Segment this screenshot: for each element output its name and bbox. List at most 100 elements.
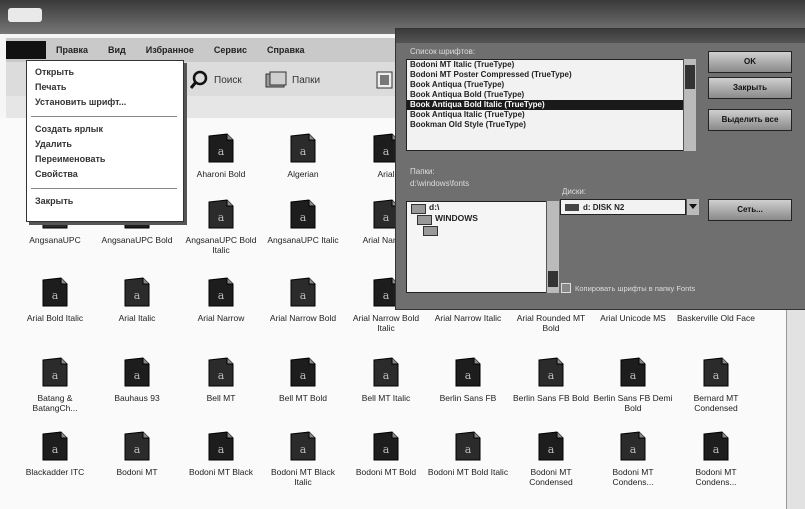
svg-text:a: a [300, 145, 307, 158]
svg-text:a: a [218, 289, 225, 302]
scrollbar-thumb[interactable] [685, 65, 695, 89]
close-button[interactable]: Закрыть [708, 77, 792, 99]
font-file-item[interactable]: a Bodoni MT Black [180, 430, 262, 477]
svg-text:a: a [134, 369, 141, 382]
copy-to-fonts-checkbox[interactable]: Копировать шрифты в папку Fonts [561, 281, 791, 295]
drive-select[interactable]: d: DISK N2 [560, 199, 686, 215]
svg-text:a: a [218, 443, 225, 456]
font-file-item[interactable]: a Arial Italic [96, 276, 178, 323]
scrollbar-thumb[interactable] [548, 271, 558, 287]
ok-button[interactable]: OK [708, 51, 792, 73]
font-file-label: Bodoni MT Black [188, 467, 254, 477]
menu-item-create-shortcut[interactable]: Создать ярлык [35, 124, 103, 134]
font-file-item[interactable]: a Blackadder ITC [14, 430, 96, 477]
font-list-item[interactable]: Book Antiqua (TrueType) [407, 80, 685, 90]
font-file-item[interactable]: a Berlin Sans FB Demi Bold [592, 356, 674, 413]
font-file-item[interactable]: a AngsanaUPC Italic [262, 198, 344, 245]
fonts-listbox[interactable]: Bodoni MT Italic (TrueType) Bodoni MT Pos… [406, 59, 686, 151]
font-list-item[interactable]: Bodoni MT Poster Compressed (TrueType) [407, 70, 685, 80]
font-file-label: Arial Italic [118, 313, 156, 323]
font-file-item[interactable]: a Bodoni MT Bold [345, 430, 427, 477]
folder-list-item[interactable]: WINDOWS [413, 213, 547, 225]
font-file-item[interactable]: a Bell MT Bold [262, 356, 344, 403]
font-file-item[interactable]: a AngsanaUPC Bold Italic [180, 198, 262, 255]
font-file-icon: a [592, 430, 674, 464]
font-file-label: Bodoni MT Condensed [529, 467, 573, 487]
font-file-item[interactable]: a Batang & BatangCh... [14, 356, 96, 413]
font-file-icon: a [180, 430, 262, 464]
menu-help[interactable]: Справка [257, 45, 314, 55]
font-list-item[interactable]: Book Antiqua Bold Italic (TrueType) [407, 100, 685, 110]
svg-text:a: a [630, 443, 637, 456]
search-button[interactable]: Поиск [188, 70, 242, 90]
fonts-list-scrollbar[interactable] [683, 59, 696, 151]
font-file-item[interactable]: a Bell MT Italic [345, 356, 427, 403]
font-file-icon: a [262, 198, 344, 232]
font-file-item[interactable]: a Bodoni MT Condens... [675, 430, 757, 487]
font-file-item[interactable]: a Arial Narrow Bold [262, 276, 344, 323]
font-file-item[interactable]: a Arial Bold Italic [14, 276, 96, 323]
network-button[interactable]: Сеть... [708, 199, 792, 221]
font-file-label: Baskerville Old Face [677, 313, 755, 323]
font-list-item[interactable]: Bookman Old Style (TrueType) [407, 120, 685, 130]
font-file-item[interactable]: a Bell MT [180, 356, 262, 403]
font-file-item[interactable]: a Bodoni MT Black Italic [262, 430, 344, 487]
font-file-item[interactable]: a Bodoni MT Condens... [592, 430, 674, 487]
font-file-icon: a [180, 276, 262, 310]
menu-item-rename[interactable]: Переименовать [35, 154, 105, 164]
views-button[interactable] [376, 70, 394, 90]
folder-label: d:\ [429, 202, 440, 212]
font-file-item[interactable]: a Bodoni MT [96, 430, 178, 477]
font-list-item[interactable]: Book Antiqua Italic (TrueType) [407, 110, 685, 120]
drive-value: d: DISK N2 [583, 203, 625, 212]
folders-listbox[interactable]: d:\ WINDOWS [406, 201, 548, 293]
font-file-item[interactable]: a Bauhaus 93 [96, 356, 178, 403]
font-file-item[interactable]: a Bodoni MT Condensed [510, 430, 592, 487]
font-file-label: Arial Narrow Bold [269, 313, 337, 323]
svg-text:a: a [713, 369, 720, 382]
font-file-label: Arial Bold Italic [26, 313, 84, 323]
font-file-icon: a [262, 430, 344, 464]
menu-edit[interactable]: Правка [46, 45, 98, 55]
folders-list-scrollbar[interactable] [546, 201, 559, 293]
font-file-label: Berlin Sans FB Demi Bold [593, 393, 673, 413]
menu-item-open[interactable]: Открыть [35, 67, 74, 77]
menu-item-close[interactable]: Закрыть [35, 196, 73, 206]
checkbox-box[interactable] [561, 283, 571, 293]
font-file-icon: a [14, 430, 96, 464]
font-file-icon: a [180, 132, 262, 166]
font-file-label: Bodoni MT Bold Italic [427, 467, 509, 477]
font-file-item[interactable]: a Arial Narrow [180, 276, 262, 323]
font-file-label: Bauhaus 93 [114, 393, 160, 403]
dialog-title-bar[interactable] [396, 29, 805, 43]
open-folder-icon [417, 215, 432, 225]
font-file-item[interactable]: a Aharoni Bold [180, 132, 262, 179]
menu-view[interactable]: Вид [98, 45, 136, 55]
folders-button[interactable]: Папки [264, 70, 320, 90]
drive-dropdown-button[interactable] [686, 199, 699, 215]
folder-list-item[interactable]: d:\ [407, 202, 547, 214]
menu-item-print[interactable]: Печать [35, 82, 66, 92]
menu-tools[interactable]: Сервис [204, 45, 257, 55]
menu-item-delete[interactable]: Удалить [35, 139, 72, 149]
font-file-label: Bell MT Bold [278, 393, 328, 403]
svg-text:a: a [52, 443, 59, 456]
select-all-button[interactable]: Выделить все [708, 109, 792, 131]
font-file-item[interactable]: a Berlin Sans FB Bold [510, 356, 592, 403]
font-file-label: Bodoni MT Bold [355, 467, 417, 477]
svg-text:a: a [383, 211, 390, 224]
font-file-item[interactable]: a Berlin Sans FB [427, 356, 509, 403]
font-file-label: Bodoni MT [116, 467, 158, 477]
menu-favorites[interactable]: Избранное [136, 45, 204, 55]
desktop-screen: Правка Вид Избранное Сервис Справка Поис… [0, 0, 805, 509]
font-file-item[interactable]: a Bodoni MT Bold Italic [427, 430, 509, 477]
menu-item-install-font[interactable]: Установить шрифт... [35, 97, 126, 107]
font-list-item[interactable]: Bodoni MT Italic (TrueType) [407, 60, 685, 70]
font-file-item[interactable]: a Algerian [262, 132, 344, 179]
font-file-icon: a [262, 132, 344, 166]
menu-file[interactable] [6, 41, 46, 59]
menu-item-properties[interactable]: Свойства [35, 169, 78, 179]
font-list-item[interactable]: Book Antiqua Bold (TrueType) [407, 90, 685, 100]
svg-text:a: a [300, 211, 307, 224]
font-file-item[interactable]: a Bernard MT Condensed [675, 356, 757, 413]
